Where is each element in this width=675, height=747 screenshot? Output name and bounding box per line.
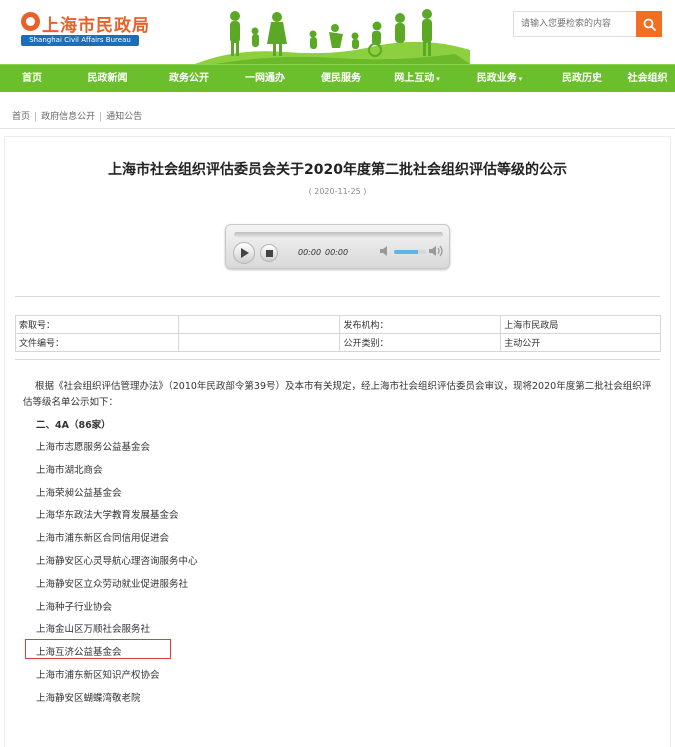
- nav-item-label: 民政新闻: [87, 73, 128, 84]
- chevron-down-icon: ▾: [436, 75, 440, 83]
- list-item: 上海静安区蝴蝶湾敬老院: [36, 693, 141, 704]
- meta-value: [177, 315, 341, 334]
- main-nav: 首页 民政新闻 政务公开 一网通办 便民服务 网上互动 ▾ 民政业务 ▾ 民政历史 社会组织: [0, 64, 675, 92]
- list-item: 上海种子行业协会: [36, 602, 113, 613]
- site-header: 上海市民政局 Shanghai Civil Affairs Bureau: [0, 0, 675, 64]
- nav-item[interactable]: 一网通办: [227, 65, 303, 93]
- list-item: 上海金山区万顺社会服务社: [36, 624, 151, 635]
- document-meta-table: 索取号： 发布机构： 上海市民政局 文件编号： 公开类别： 主动公开: [15, 315, 661, 352]
- intro-paragraph: 根据《社会组织评估管理办法》（2010年民政部令第39号）及本市有关规定，经上海…: [23, 381, 652, 408]
- list-item: 上海市浦东新区知识产权协会: [36, 670, 160, 681]
- list-item: 上海市志愿服务公益基金会: [36, 442, 151, 453]
- breadcrumb-separator: |: [34, 112, 38, 122]
- nav-item[interactable]: 政务公开: [151, 65, 227, 93]
- section-heading: 二、4A（86家）: [36, 420, 111, 431]
- search-button[interactable]: [636, 11, 662, 37]
- volume-slider[interactable]: [394, 250, 426, 254]
- table-row: 文件编号： 公开类别： 主动公开: [15, 333, 661, 352]
- breadcrumb-gov-info[interactable]: 政府信息公开: [41, 112, 95, 122]
- nav-item[interactable]: 首页: [0, 65, 64, 93]
- meta-key: 索取号：: [15, 315, 179, 334]
- nav-item-label: 社会组织: [627, 73, 668, 84]
- nav-item[interactable]: 民政业务 ▾: [455, 65, 544, 93]
- play-icon: [240, 248, 249, 258]
- breadcrumb-separator: |: [99, 112, 103, 122]
- meta-value: 上海市民政局: [500, 315, 661, 334]
- search-icon: [643, 18, 656, 31]
- table-row: 索取号： 发布机构： 上海市民政局: [15, 315, 661, 334]
- meta-key: 文件编号：: [15, 333, 179, 352]
- volume-max-icon[interactable]: [429, 244, 443, 258]
- nav-item[interactable]: 网上互动 ▾: [379, 65, 455, 93]
- list-item: 上海华东政法大学教育发展基金会: [36, 510, 179, 521]
- article-date: ( 2020-11-25 ): [308, 187, 367, 196]
- nav-item-label: 首页: [22, 73, 42, 84]
- search-input[interactable]: [513, 11, 636, 37]
- chevron-down-icon: ▾: [518, 75, 523, 83]
- logo-chinese-text: 上海市民政局: [42, 16, 150, 36]
- nav-item[interactable]: 社会组织: [620, 65, 675, 93]
- nav-item[interactable]: 民政历史: [544, 65, 620, 93]
- meta-value: 主动公开: [500, 333, 661, 352]
- audio-progress-track[interactable]: [234, 232, 443, 237]
- list-item: 上海静安区立众劳动就业促进服务社: [36, 579, 189, 590]
- meta-value: [177, 333, 341, 352]
- nav-item-label: 民政历史: [562, 73, 602, 84]
- nav-item-label: 一网通办: [245, 73, 285, 84]
- list-item: 上海静安区心灵导航心理咨询服务中心: [36, 556, 198, 567]
- current-time: 00:00: [298, 248, 322, 257]
- duration-time: 00:00: [325, 248, 349, 257]
- highlight-box: [25, 639, 171, 659]
- logo-english-text: Shanghai Civil Affairs Bureau: [21, 35, 139, 46]
- breadcrumb-home[interactable]: 首页: [12, 112, 30, 122]
- search-box: [513, 11, 662, 37]
- divider-line: [15, 359, 660, 360]
- article-title: 上海市社会组织评估委员会关于2020年度第二批社会组织评估等级的公示: [108, 162, 567, 178]
- stop-icon: [265, 249, 273, 257]
- stop-button[interactable]: [260, 244, 278, 262]
- nav-item-label: 网上互动: [394, 73, 435, 84]
- emblem-icon: [21, 12, 40, 31]
- meta-key: 发布机构：: [339, 315, 502, 334]
- divider-line: [15, 296, 660, 297]
- volume-mute-icon[interactable]: [380, 245, 391, 257]
- list-item: 上海市湖北商会: [36, 465, 103, 476]
- nav-item[interactable]: 民政新闻: [64, 65, 151, 93]
- breadcrumb-divider: [0, 128, 675, 129]
- audio-player: 00:00 00:00: [225, 224, 450, 269]
- meta-key: 公开类别：: [339, 333, 502, 352]
- family-banner-illustration: [195, 9, 470, 64]
- breadcrumb: 首页 | 政府信息公开 | 通知公告: [12, 109, 142, 122]
- nav-item-label: 政务公开: [169, 73, 209, 84]
- nav-item-label: 便民服务: [321, 73, 361, 84]
- nav-item[interactable]: 便民服务: [303, 65, 379, 93]
- breadcrumb-notices[interactable]: 通知公告: [106, 112, 142, 122]
- nav-item-label: 民政业务: [476, 73, 517, 84]
- list-item: 上海市浦东新区合同信用促进会: [36, 533, 170, 544]
- list-item: 上海荣昶公益基金会: [36, 488, 122, 499]
- site-logo[interactable]: 上海市民政局 Shanghai Civil Affairs Bureau: [21, 11, 149, 47]
- play-button[interactable]: [233, 242, 255, 264]
